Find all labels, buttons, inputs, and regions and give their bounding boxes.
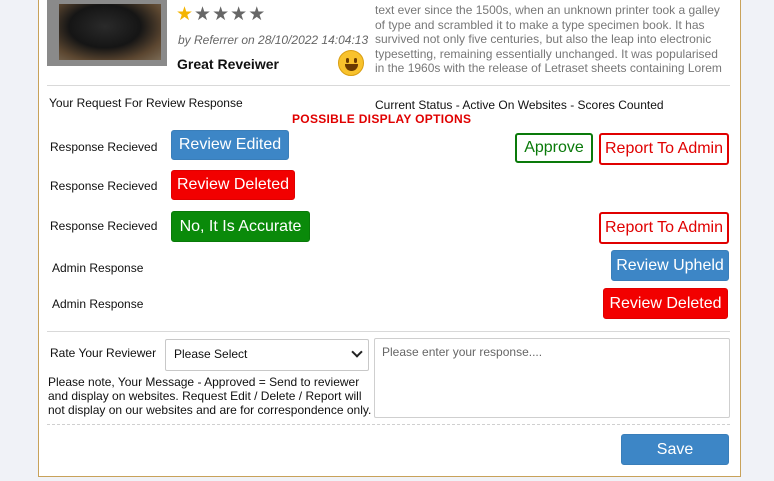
dog-image xyxy=(59,4,161,60)
chevron-down-icon xyxy=(351,346,363,358)
review-text: text ever since the 1500s, when an unkno… xyxy=(375,3,722,76)
reviewer-photo xyxy=(47,0,167,66)
response-label: Response Recieved xyxy=(50,219,158,233)
divider xyxy=(47,424,730,425)
report-to-admin-button[interactable]: Report To Admin xyxy=(599,133,729,165)
rate-reviewer-select[interactable]: Please Select xyxy=(165,339,369,371)
smiley-icon xyxy=(338,50,364,76)
response-label: Response Recieved xyxy=(50,140,158,154)
accurate-button[interactable]: No, It Is Accurate xyxy=(171,211,310,242)
divider xyxy=(47,331,730,332)
review-deleted-button[interactable]: Review Deleted xyxy=(171,170,295,200)
review-upheld-button[interactable]: Review Upheld xyxy=(611,250,729,281)
response-label: Response Recieved xyxy=(50,179,158,193)
save-button[interactable]: Save xyxy=(621,434,729,465)
response-textarea[interactable]: Please enter your response.... xyxy=(374,338,730,418)
review-deleted-button[interactable]: Review Deleted xyxy=(603,288,728,319)
star-icon-empty: ★ xyxy=(212,4,231,25)
star-icon-empty: ★ xyxy=(194,4,213,25)
divider xyxy=(47,85,730,86)
review-edited-button[interactable]: Review Edited xyxy=(171,130,289,160)
message-note: Please note, Your Message - Approved = S… xyxy=(48,375,372,417)
display-options-title: POSSIBLE DISPLAY OPTIONS xyxy=(292,112,472,126)
star-icon-filled: ★ xyxy=(176,4,195,25)
reviewer-name: Great Reveiwer xyxy=(177,56,279,72)
star-rating: ★★★★★ xyxy=(176,3,266,26)
report-to-admin-button[interactable]: Report To Admin xyxy=(599,212,729,244)
review-meta: by Referrer on 28/10/2022 14:04:13 xyxy=(178,33,369,47)
approve-button[interactable]: Approve xyxy=(515,133,593,163)
admin-response-label: Admin Response xyxy=(52,297,144,311)
select-value: Please Select xyxy=(174,347,248,361)
admin-response-label: Admin Response xyxy=(52,261,144,275)
star-icon-empty: ★ xyxy=(230,4,249,25)
request-label: Your Request For Review Response xyxy=(49,96,243,110)
current-status: Current Status - Active On Websites - Sc… xyxy=(375,98,664,112)
rate-reviewer-label: Rate Your Reviewer xyxy=(50,346,157,360)
star-icon-empty: ★ xyxy=(248,4,267,25)
